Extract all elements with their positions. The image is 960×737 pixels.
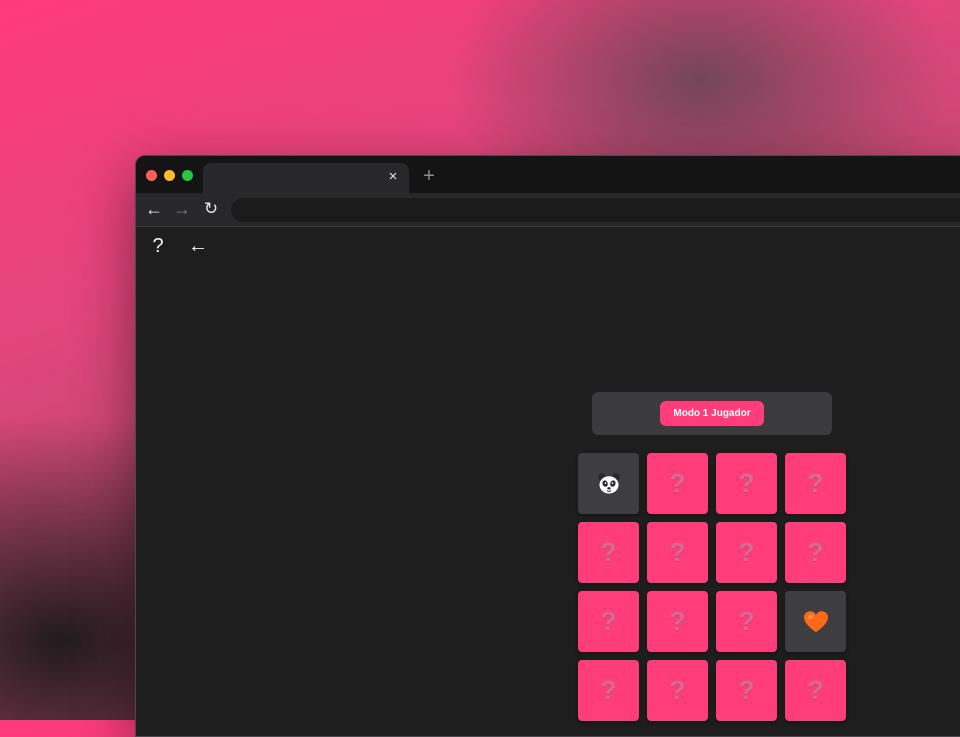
- memory-card-revealed[interactable]: [578, 453, 639, 514]
- memory-card-hidden[interactable]: ?: [785, 660, 846, 721]
- back-icon[interactable]: ←: [186, 233, 210, 259]
- browser-toolbar: ← → ↻: [136, 193, 960, 227]
- question-mark-icon: ?: [807, 675, 824, 705]
- question-mark-icon: ?: [669, 675, 686, 705]
- question-mark-icon: ?: [600, 606, 617, 636]
- single-player-mode-button[interactable]: Modo 1 Jugador: [660, 401, 764, 426]
- memory-card-hidden[interactable]: ?: [578, 591, 639, 652]
- memory-card-hidden[interactable]: ?: [578, 660, 639, 721]
- memory-card-hidden[interactable]: ?: [716, 591, 777, 652]
- memory-card-hidden[interactable]: ?: [785, 453, 846, 514]
- heart-icon: [803, 610, 829, 634]
- tab-close-icon[interactable]: ×: [385, 168, 401, 186]
- question-mark-icon: ?: [669, 606, 686, 636]
- panda-icon: [596, 471, 622, 497]
- forward-nav-icon[interactable]: →: [171, 197, 193, 221]
- memory-card-hidden[interactable]: ?: [647, 453, 708, 514]
- help-icon[interactable]: ?: [146, 233, 170, 259]
- question-mark-icon: ?: [738, 537, 755, 567]
- minimize-window-button[interactable]: [164, 170, 175, 181]
- memory-card-hidden[interactable]: ?: [785, 522, 846, 583]
- memory-board: ??????????????: [578, 453, 846, 721]
- question-mark-icon: ?: [738, 468, 755, 498]
- question-mark-icon: ?: [669, 537, 686, 567]
- memory-card-hidden[interactable]: ?: [578, 522, 639, 583]
- question-mark-icon: ?: [807, 468, 824, 498]
- game-page: ? ← Modo 1 Jugador ??????????????: [136, 227, 960, 736]
- browser-tab[interactable]: ×: [203, 163, 409, 193]
- question-mark-icon: ?: [738, 675, 755, 705]
- browser-window: × + ← → ↻ ? ← Modo 1 Jugador ???????????…: [135, 155, 960, 737]
- reload-icon[interactable]: ↻: [200, 197, 222, 221]
- question-mark-icon: ?: [669, 468, 686, 498]
- back-nav-icon[interactable]: ←: [143, 197, 165, 221]
- question-mark-icon: ?: [807, 537, 824, 567]
- window-controls: [146, 170, 193, 181]
- question-mark-icon: ?: [738, 606, 755, 636]
- memory-card-hidden[interactable]: ?: [647, 591, 708, 652]
- memory-card-hidden[interactable]: ?: [716, 453, 777, 514]
- question-mark-icon: ?: [600, 537, 617, 567]
- memory-card-hidden[interactable]: ?: [647, 522, 708, 583]
- memory-card-hidden[interactable]: ?: [716, 660, 777, 721]
- mode-bar: Modo 1 Jugador: [592, 392, 832, 435]
- new-tab-icon[interactable]: +: [419, 165, 439, 187]
- question-mark-icon: ?: [600, 675, 617, 705]
- address-bar[interactable]: [231, 198, 960, 222]
- maximize-window-button[interactable]: [182, 170, 193, 181]
- memory-card-revealed[interactable]: [785, 591, 846, 652]
- browser-titlebar: × +: [136, 156, 960, 193]
- memory-card-hidden[interactable]: ?: [647, 660, 708, 721]
- close-window-button[interactable]: [146, 170, 157, 181]
- memory-card-hidden[interactable]: ?: [716, 522, 777, 583]
